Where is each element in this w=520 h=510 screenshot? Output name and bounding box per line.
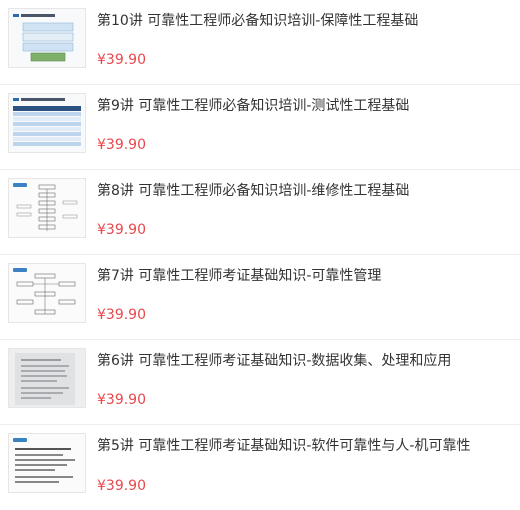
course-title[interactable]: 第6讲 可靠性工程师考证基础知识-数据收集、处理和应用	[97, 350, 477, 372]
course-item-9[interactable]: 第9讲 可靠性工程师必备知识培训-测试性工程基础 ¥39.90	[0, 85, 520, 170]
course-price: ¥39.90	[97, 392, 146, 408]
course-price: ¥39.90	[97, 52, 146, 68]
course-price: ¥39.90	[97, 222, 146, 238]
course-item-6[interactable]: 第6讲 可靠性工程师考证基础知识-数据收集、处理和应用 ¥39.90	[0, 340, 520, 425]
slide-thumbnail-icon[interactable]	[8, 93, 86, 153]
course-title[interactable]: 第9讲 可靠性工程师必备知识培训-测试性工程基础	[97, 95, 477, 117]
document-scan-thumbnail-icon[interactable]	[8, 348, 86, 408]
course-title[interactable]: 第10讲 可靠性工程师必备知识培训-保障性工程基础	[97, 10, 477, 32]
course-title[interactable]: 第7讲 可靠性工程师考证基础知识-可靠性管理	[97, 265, 477, 287]
course-price: ¥39.90	[97, 478, 146, 494]
course-item-5[interactable]: 第5讲 可靠性工程师考证基础知识-软件可靠性与人-机可靠性 ¥39.90	[0, 425, 520, 510]
course-title[interactable]: 第8讲 可靠性工程师必备知识培训-维修性工程基础	[97, 180, 477, 202]
course-item-7[interactable]: 第7讲 可靠性工程师考证基础知识-可靠性管理 ¥39.90	[0, 255, 520, 340]
course-price: ¥39.90	[97, 307, 146, 323]
slide-thumbnail-icon[interactable]	[8, 433, 86, 493]
flowchart-thumbnail-icon[interactable]	[8, 263, 86, 323]
course-title[interactable]: 第5讲 可靠性工程师考证基础知识-软件可靠性与人-机可靠性	[97, 435, 477, 457]
slide-thumbnail-icon[interactable]	[8, 8, 86, 68]
course-item-8[interactable]: 第8讲 可靠性工程师必备知识培训-维修性工程基础 ¥39.90	[0, 170, 520, 255]
course-list: 第10讲 可靠性工程师必备知识培训-保障性工程基础 ¥39.90 第9讲 可靠性…	[0, 0, 520, 506]
flowchart-thumbnail-icon[interactable]	[8, 178, 86, 238]
course-item-10[interactable]: 第10讲 可靠性工程师必备知识培训-保障性工程基础 ¥39.90	[0, 0, 520, 85]
course-price: ¥39.90	[97, 137, 146, 153]
